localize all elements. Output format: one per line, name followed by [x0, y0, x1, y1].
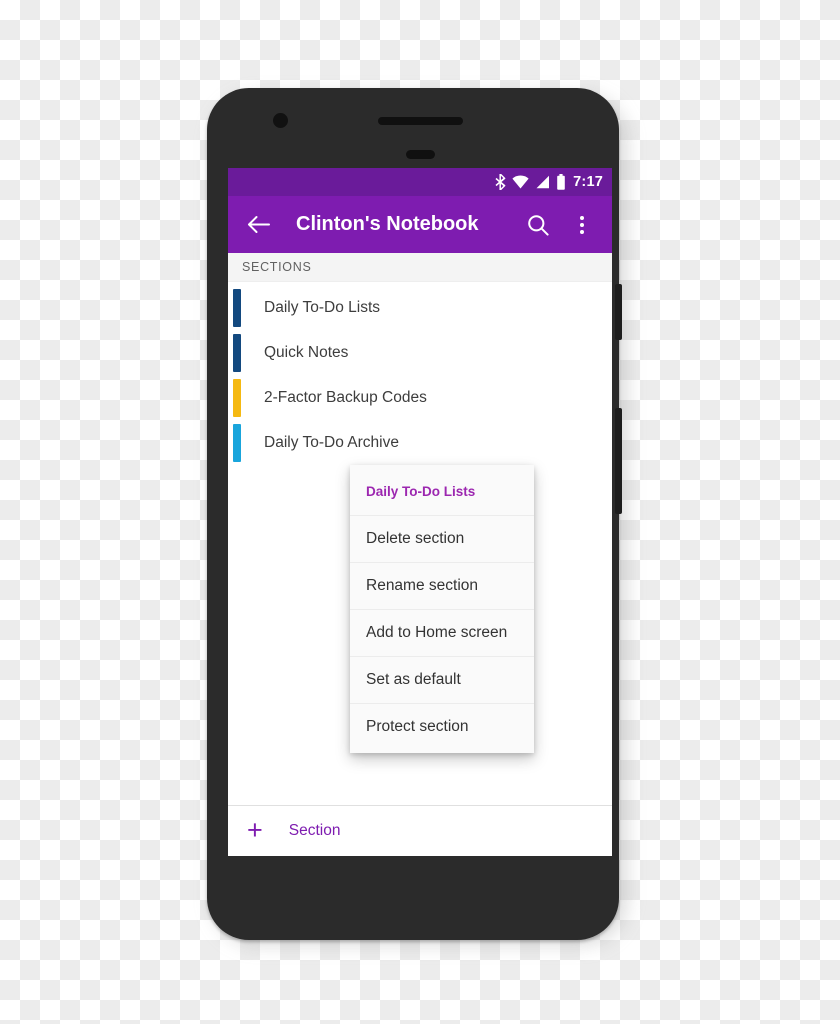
list-item[interactable]: Daily To-Do Lists	[228, 285, 612, 330]
context-menu: Daily To-Do Lists Delete section Rename …	[350, 465, 534, 753]
context-menu-title: Daily To-Do Lists	[366, 484, 476, 499]
sections-list: Daily To-Do Lists Quick Notes 2-Factor B…	[228, 282, 612, 465]
page-title: Clinton's Notebook	[296, 213, 479, 235]
front-camera-icon	[273, 113, 288, 128]
power-button[interactable]	[615, 284, 622, 340]
overflow-dot	[580, 222, 584, 227]
status-bar-clock: 7:17	[573, 174, 603, 190]
arrow-back-icon	[247, 216, 270, 233]
wifi-icon	[512, 175, 529, 189]
list-item[interactable]: Daily To-Do Archive	[228, 420, 612, 465]
phone-frame: 7:17 Clinton's Notebook SECTIONS Daily T…	[207, 88, 622, 940]
section-label: Daily To-Do Lists	[264, 298, 381, 316]
section-label: 2-Factor Backup Codes	[264, 388, 427, 406]
phone-screen: 7:17 Clinton's Notebook SECTIONS Daily T…	[228, 168, 612, 856]
overflow-menu-icon	[580, 215, 584, 234]
search-button[interactable]	[521, 208, 555, 242]
menu-item-delete-section[interactable]: Delete section	[350, 515, 534, 562]
volume-button[interactable]	[615, 408, 622, 514]
search-icon	[528, 214, 549, 236]
plus-icon: +	[247, 814, 263, 845]
overflow-dot	[580, 215, 584, 220]
menu-item-rename-section[interactable]: Rename section	[350, 562, 534, 609]
section-color-bar	[233, 423, 241, 462]
list-item[interactable]: Quick Notes	[228, 330, 612, 375]
menu-item-add-to-home-screen[interactable]: Add to Home screen	[350, 609, 534, 656]
list-item[interactable]: 2-Factor Backup Codes	[228, 375, 612, 420]
bluetooth-icon	[495, 174, 506, 190]
overflow-menu-button[interactable]	[565, 208, 599, 242]
app-toolbar: Clinton's Notebook	[228, 196, 612, 253]
section-color-bar	[233, 333, 241, 372]
section-color-bar	[233, 378, 241, 417]
sections-header: SECTIONS	[228, 253, 612, 282]
proximity-sensor	[406, 150, 435, 159]
section-label: Daily To-Do Archive	[264, 433, 399, 451]
add-section-button[interactable]: + Section	[228, 805, 612, 856]
section-color-bar	[233, 288, 241, 327]
sections-header-label: SECTIONS	[242, 260, 312, 274]
menu-item-set-as-default[interactable]: Set as default	[350, 656, 534, 703]
cellular-signal-icon	[536, 175, 550, 189]
menu-item-protect-section[interactable]: Protect section	[350, 703, 534, 750]
battery-icon	[557, 174, 565, 190]
add-section-label: Section	[288, 822, 341, 839]
section-label: Quick Notes	[264, 343, 349, 361]
content-area: SECTIONS Daily To-Do Lists Quick Notes 2…	[228, 253, 612, 856]
overflow-dot	[580, 229, 584, 234]
status-bar: 7:17	[228, 168, 612, 196]
earpiece-speaker	[378, 117, 463, 125]
back-button[interactable]	[241, 208, 275, 242]
